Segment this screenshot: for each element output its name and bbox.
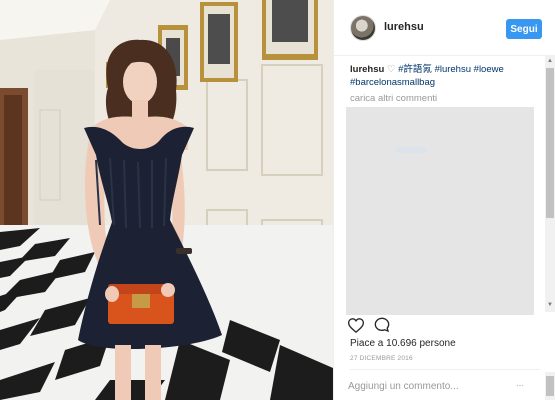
scroll-up-arrow-icon[interactable]: ▲ [545,56,555,66]
scroll-down-arrow-icon[interactable]: ▼ [545,300,555,310]
heart-icon[interactable] [348,317,364,333]
comment-input[interactable] [348,377,508,395]
embedded-content-mark [396,147,426,153]
hashtag-link[interactable]: #loewe [474,64,504,75]
post-photo-illustration [0,0,333,400]
post-header: lurehsu Segui [334,0,555,56]
load-more-comments-link[interactable]: carica altri commenti [350,93,437,104]
avatar[interactable] [350,15,376,41]
likes-count[interactable]: Piace a 10.696 persone [350,338,456,349]
follow-button[interactable]: Segui [506,19,542,39]
speech-bubble-icon[interactable] [374,317,390,333]
post-photo[interactable] [0,0,333,400]
post-sidebar: lurehsu Segui lurehsu ♡ #許語氝 #lurehsu #l… [333,0,555,400]
comments-scrollbar[interactable]: ▲ ▼ [545,56,555,312]
caption: lurehsu ♡ #許語氝 #lurehsu #loewe #barcelon… [350,63,540,89]
hashtag-link[interactable]: #許語氝 [398,64,432,75]
page-scroll-thumb[interactable] [546,376,554,396]
heart-mark-icon: ♡ [386,64,396,75]
embedded-content-placeholder [346,107,534,315]
more-icon[interactable]: ⋯ [515,380,525,392]
hashtag-link[interactable]: #lurehsu [435,64,471,75]
caption-username[interactable]: lurehsu [350,64,384,75]
divider [350,369,540,370]
scroll-thumb[interactable] [546,68,554,218]
post-actions [348,314,390,336]
page-scrollbar[interactable] [545,372,555,400]
post-date: 27 DICEMBRE 2016 [350,355,413,362]
header-username[interactable]: lurehsu [384,21,424,33]
hashtag-link[interactable]: #barcelonasmallbag [350,77,435,88]
